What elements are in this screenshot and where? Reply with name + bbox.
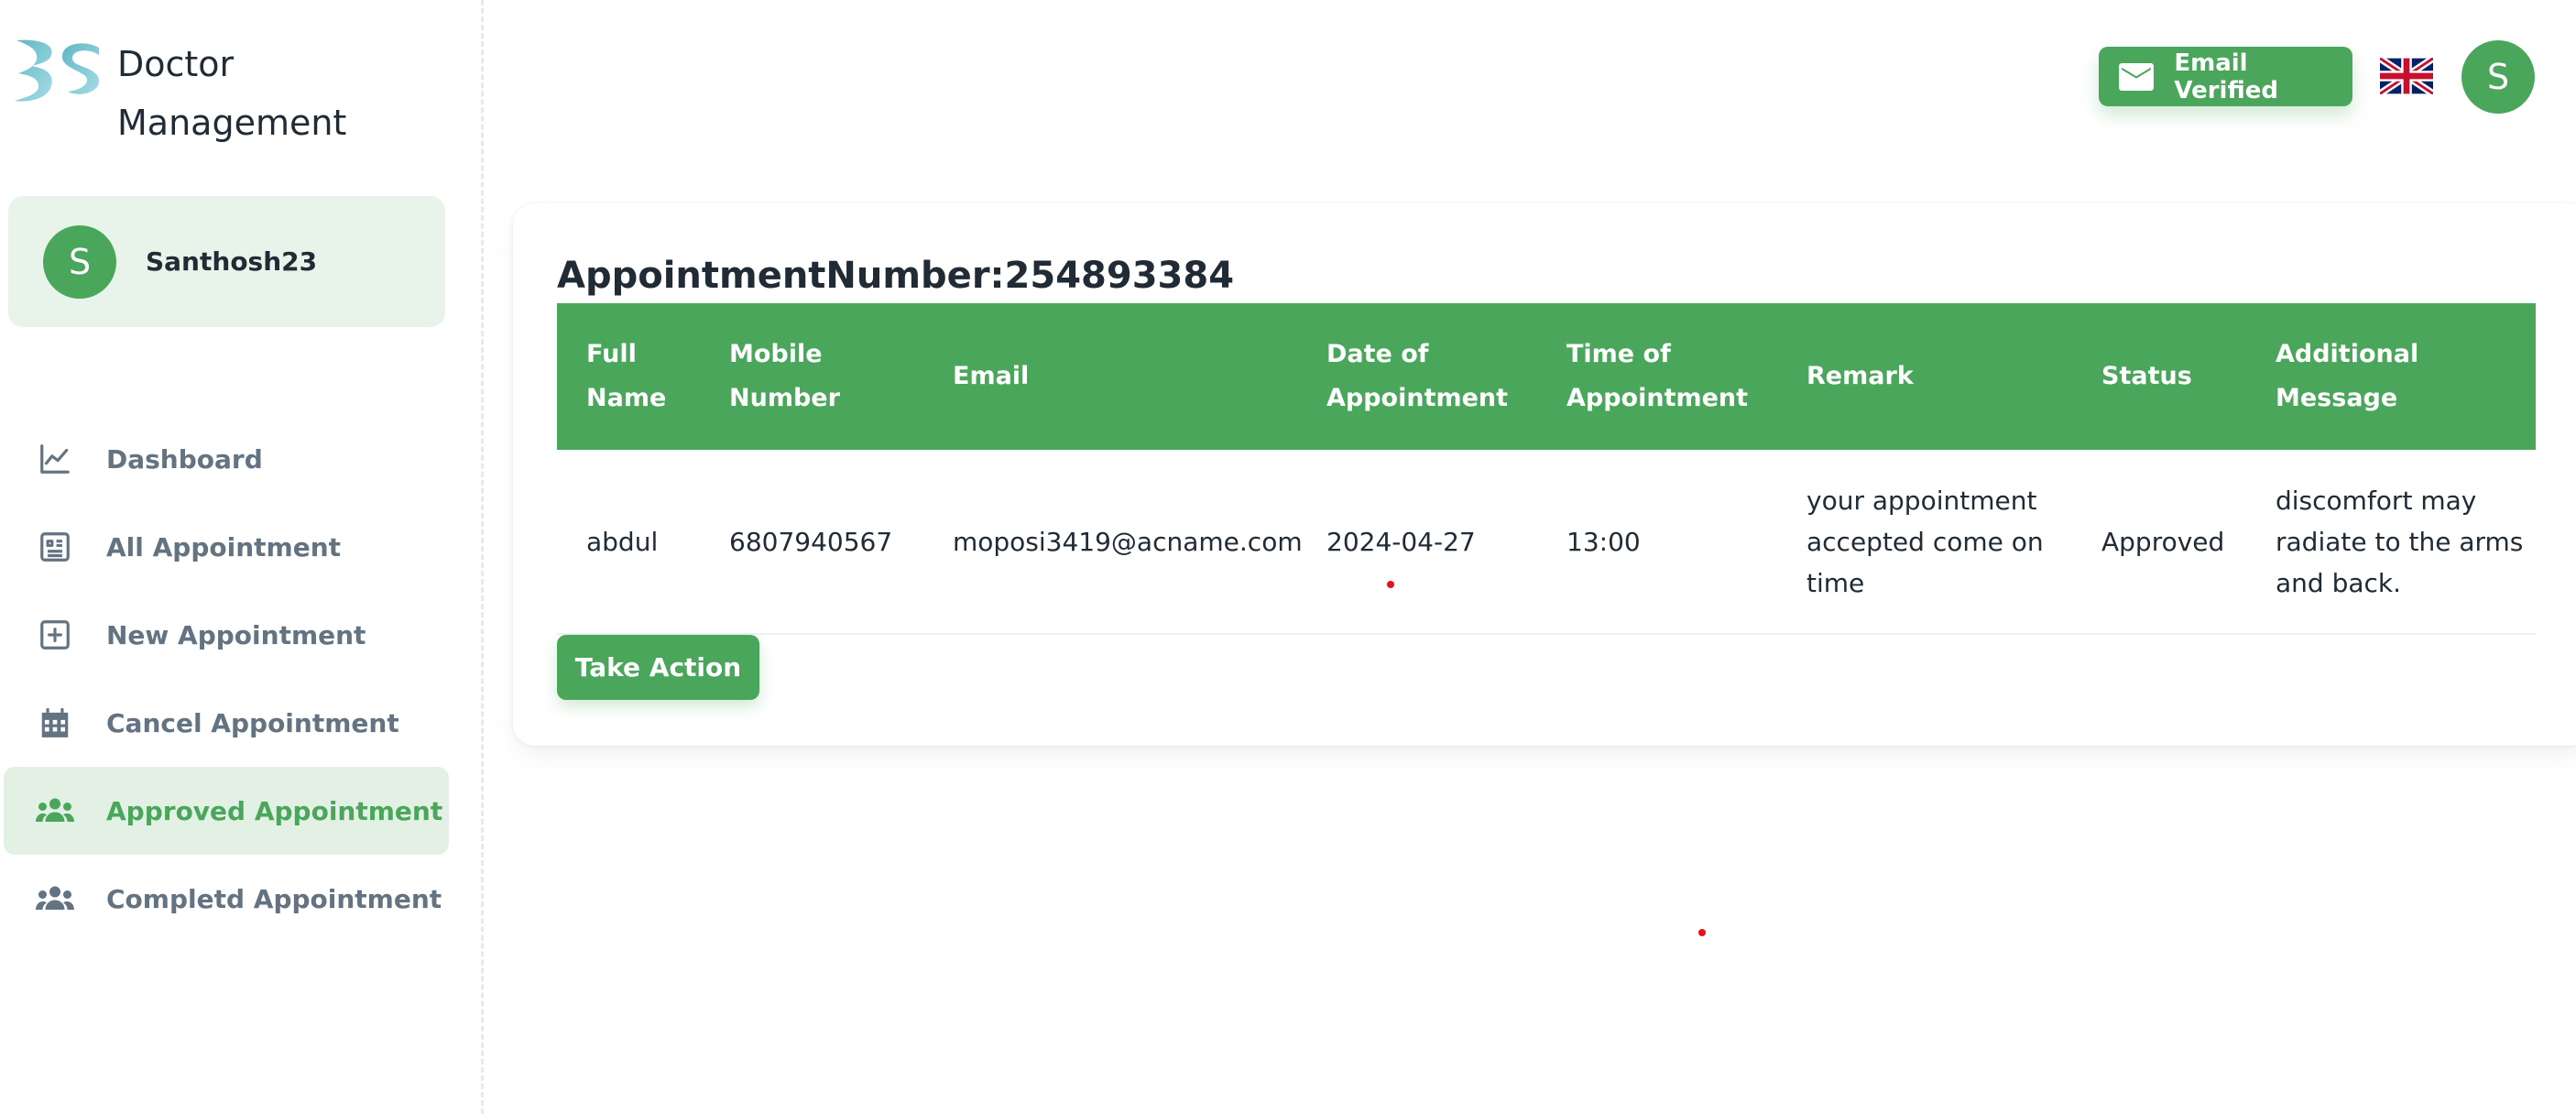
header-line: Message (2276, 384, 2398, 412)
sidebar-nav: Dashboard All Appointment New Appointmen… (4, 415, 449, 943)
sidebar-item-label: New Appointment (106, 619, 366, 650)
cell-message: discomfort may radiate to the arms and b… (2246, 480, 2536, 604)
sidebar-item-cancel-appointment[interactable]: Cancel Appointment (4, 679, 449, 767)
user-card[interactable]: S Santhosh23 (8, 196, 445, 327)
remark-line: accepted come on (1806, 526, 2044, 557)
sidebar: Doctor Management S Santhosh23 Dashboard (0, 0, 484, 1114)
brand-name: Doctor Management (117, 35, 346, 152)
brand-line-2: Management (117, 103, 347, 143)
header-line: Number (729, 384, 840, 412)
brand-logo-icon (15, 39, 100, 102)
uk-flag-icon[interactable] (2380, 58, 2433, 94)
cell-mobile: 6807940567 (729, 526, 893, 557)
header-line: Additional (2276, 340, 2419, 368)
brand-line-1: Doctor (117, 44, 235, 84)
cursor-dot (1698, 929, 1706, 936)
column-header-time: Time of Appointment (1537, 333, 1777, 420)
sidebar-item-all-appointment[interactable]: All Appointment (4, 503, 449, 591)
sidebar-item-label: All Appointment (106, 531, 342, 562)
remark-line: your appointment (1806, 485, 2037, 516)
header-line: Full (586, 340, 637, 368)
message-line: and back. (2276, 567, 2402, 598)
cell-email: moposi3419@acname.com (953, 526, 1303, 557)
sidebar-item-dashboard[interactable]: Dashboard (4, 415, 449, 503)
take-action-button[interactable]: Take Action (557, 635, 759, 700)
message-line: radiate to the arms (2276, 526, 2524, 557)
column-header-mobile: Mobile Number (700, 333, 923, 420)
sidebar-item-label: Completd Appointment (106, 883, 442, 914)
header-line: Mobile (729, 340, 823, 368)
chart-line-icon (35, 439, 75, 479)
account-avatar[interactable]: S (2461, 40, 2535, 114)
column-header-full-name: Full Name (557, 333, 700, 420)
brand[interactable]: Doctor Management (11, 35, 346, 152)
users-icon (35, 879, 75, 919)
column-header-status: Status (2101, 362, 2192, 390)
cell-status: Approved (2101, 526, 2225, 557)
table-header: Full Name Mobile Number Email Date of Ap… (557, 303, 2536, 450)
column-header-message: Additional Message (2246, 333, 2536, 420)
cell-date: 2024-04-27 (1326, 526, 1476, 557)
email-status-label: Email Verified (2174, 49, 2278, 104)
app-root: Doctor Management S Santhosh23 Dashboard (0, 0, 2576, 1114)
appointment-table: Full Name Mobile Number Email Date of Ap… (557, 303, 2536, 635)
column-header-date: Date of Appointment (1297, 333, 1537, 420)
sidebar-item-completed-appointment[interactable]: Completd Appointment (4, 855, 449, 943)
plus-square-icon (35, 615, 75, 655)
avatar: S (43, 224, 116, 299)
header-line: Appointment (1326, 384, 1509, 412)
users-icon (35, 791, 75, 831)
email-verified-button[interactable]: Email Verified (2099, 47, 2352, 106)
remark-line: time (1806, 567, 1865, 598)
header-line: Name (586, 384, 667, 412)
cell-full-name: abdul (586, 526, 659, 557)
calendar-icon (35, 703, 75, 743)
header-line: Appointment (1566, 384, 1749, 412)
message-line: discomfort may (2276, 485, 2477, 516)
list-icon (35, 527, 75, 567)
sidebar-item-label: Dashboard (106, 443, 263, 475)
user-name: Santhosh23 (146, 246, 318, 277)
header-line: Date of (1326, 340, 1429, 368)
appointment-card: AppointmentNumber:254893384 Full Name Mo… (513, 203, 2576, 746)
appointment-number-title: AppointmentNumber:254893384 (557, 255, 1235, 297)
sidebar-item-label: Approved Appointment (106, 795, 443, 826)
sidebar-item-label: Cancel Appointment (106, 707, 399, 738)
column-header-remark: Remark (1806, 362, 1914, 390)
mail-icon (2119, 59, 2154, 95)
header-line: Time of (1566, 340, 1671, 368)
cursor-dot (1387, 581, 1394, 588)
column-header-email: Email (953, 362, 1030, 390)
table-row: abdul 6807940567 moposi3419@acname.com 2… (557, 450, 2536, 635)
sidebar-item-new-appointment[interactable]: New Appointment (4, 591, 449, 679)
cell-time: 13:00 (1566, 526, 1641, 557)
sidebar-item-approved-appointment[interactable]: Approved Appointment (4, 767, 449, 855)
cell-remark: your appointment accepted come on time (1777, 480, 2072, 604)
